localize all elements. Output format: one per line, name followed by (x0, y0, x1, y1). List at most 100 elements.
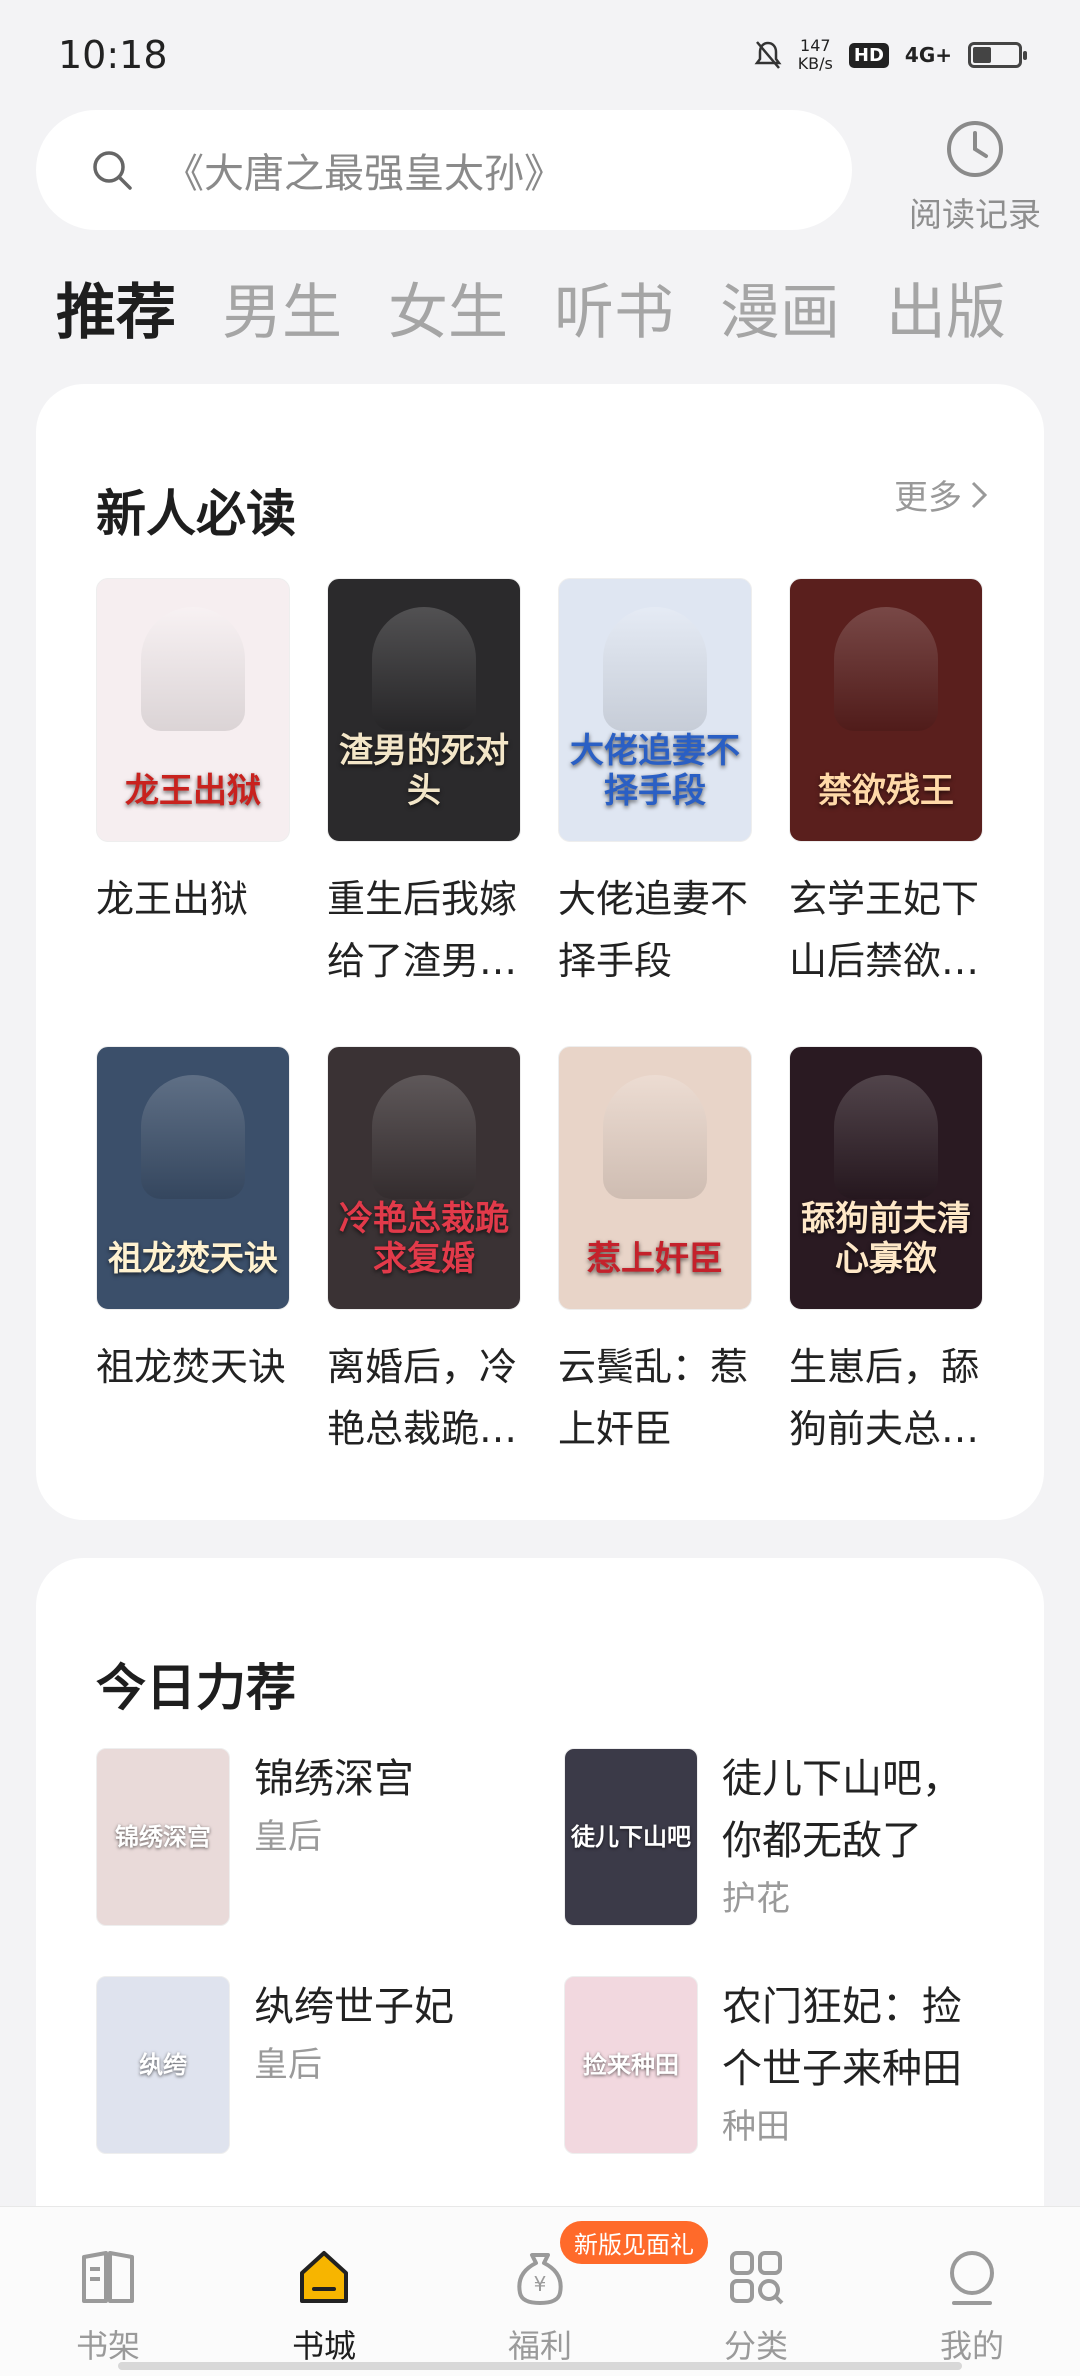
book-tag: 皇后 (254, 2045, 322, 2085)
book-title[interactable]: 龙王出狱 (96, 868, 290, 930)
nav-label: 福利 (507, 2327, 572, 2365)
book-item[interactable]: 龙王出狱 龙王出狱 (96, 578, 290, 992)
cover-figure (603, 1075, 707, 1199)
book-cover[interactable]: 纨绔 (96, 1976, 230, 2154)
book-title[interactable]: 玄学王妃下山后禁欲残王宠上瘾 (789, 868, 983, 992)
book-info: 纨绔世子妃 皇后 (254, 1976, 514, 2154)
cover-title: 徒儿下山吧 (571, 1823, 691, 1851)
book-item[interactable]: 渣男的死对头重生后我嫁给了渣男的死对头 (327, 578, 521, 992)
category-tabs: 推荐 男生 女生 听书 漫画 出版 (56, 268, 1006, 358)
clock-icon (947, 121, 1003, 177)
search-placeholder: 《大唐之最强皇太孙》 (164, 151, 564, 197)
book-cover[interactable]: 禁欲残王 (789, 578, 983, 842)
tab-comics[interactable]: 漫画 (720, 268, 840, 358)
tab-recommend[interactable]: 推荐 (56, 268, 176, 358)
nav-label: 分类 (723, 2327, 788, 2365)
book-grid: 龙王出狱龙王出狱渣男的死对头重生后我嫁给了渣男的死对头大佬追妻不择手段大佬追妻不… (96, 578, 992, 1460)
book-info: 锦绣深宫 皇后 (254, 1748, 514, 1926)
book-cover[interactable]: 徒儿下山吧 (564, 1748, 698, 1926)
list-item[interactable]: 捡来种田 农门狂妃：捡个世子来种田 种田 (564, 1976, 996, 2154)
svg-text:¥: ¥ (534, 2272, 547, 2296)
book-item[interactable]: 惹上奸臣云鬓乱：惹上奸臣 (558, 1046, 752, 1460)
home-indicator (118, 2362, 962, 2370)
battery-icon (968, 42, 1027, 68)
book-title[interactable]: 祖龙焚天诀 (96, 1336, 290, 1398)
more-button[interactable]: 更多 (894, 470, 988, 519)
cover-figure (141, 1075, 245, 1199)
list-item[interactable]: 锦绣深宫 锦绣深宫 皇后 (96, 1748, 564, 1926)
today-recommend-section: 今日力荐 锦绣深宫 锦绣深宫 皇后 徒儿下山吧 徒儿下山吧，你都无敌了 护花 纨绔 纨绔世子妃… (36, 1558, 1044, 2258)
book-item[interactable]: 冷艳总裁跪求复婚离婚后，冷艳总裁跪求复婚 (327, 1046, 521, 1460)
nav-label: 书城 (291, 2327, 356, 2365)
book-title[interactable]: 重生后我嫁给了渣男的死对头 (327, 868, 521, 992)
nav-bookstore[interactable]: 书城 (244, 2245, 404, 2367)
book-cover[interactable]: 冷艳总裁跪求复婚 (327, 1046, 521, 1310)
more-label: 更多 (894, 478, 962, 518)
hd-badge: HD (848, 42, 889, 68)
book-cover[interactable]: 捡来种田 (564, 1976, 698, 2154)
section-title: 新人必读 (96, 485, 296, 543)
reading-history-button[interactable]: 阅读记录 (890, 118, 1060, 236)
cover-figure (834, 607, 938, 731)
book-cover[interactable]: 祖龙焚天诀 (96, 1046, 290, 1310)
book-title[interactable]: 生崽后，舔狗前夫总说他清心寡欲 (789, 1336, 983, 1460)
nav-welfare[interactable]: ¥ 福利 新版见面礼 (460, 2221, 708, 2367)
tab-audiobook[interactable]: 听书 (554, 268, 674, 358)
nav-mine[interactable]: 我的 (892, 2245, 1052, 2367)
book-cover[interactable]: 惹上奸臣 (558, 1046, 752, 1310)
cover-figure (603, 607, 707, 731)
money-bag-icon: ¥ (508, 2245, 572, 2313)
cover-title: 纨绔 (139, 2051, 187, 2079)
net-speed-unit: KB/s (797, 54, 833, 73)
status-time: 10:18 (58, 33, 168, 77)
cover-title: 祖龙焚天诀 (108, 1239, 278, 1279)
book-info: 农门狂妃：捡个世子来种田 种田 (722, 1976, 982, 2154)
category-icon (724, 2245, 788, 2313)
book-title[interactable]: 锦绣深宫 (254, 1748, 514, 1810)
book-cover[interactable]: 大佬追妻不择手段 (558, 578, 752, 842)
book-cover[interactable]: 渣男的死对头 (327, 578, 521, 842)
book-title[interactable]: 纨绔世子妃 (254, 1976, 514, 2038)
cover-figure (141, 607, 245, 731)
book-item[interactable]: 大佬追妻不择手段 大佬追妻不择手段 (558, 578, 752, 992)
book-title[interactable]: 大佬追妻不择手段 (558, 868, 752, 992)
cover-title: 冷艳总裁跪求复婚 (339, 1199, 509, 1279)
cover-title: 惹上奸臣 (587, 1239, 723, 1279)
signal-label: 4G+ (904, 43, 952, 67)
reading-history-label: 阅读记录 (909, 195, 1041, 234)
book-item[interactable]: 禁欲残王玄学王妃下山后禁欲残王宠上瘾 (789, 578, 983, 992)
tab-male[interactable]: 男生 (222, 268, 342, 358)
status-icons: 147 KB/s HD 4G+ (754, 37, 1027, 73)
nav-bookshelf[interactable]: 书架 (28, 2245, 188, 2367)
net-speed: 147 KB/s (798, 37, 833, 73)
cover-title: 渣男的死对头 (339, 731, 509, 811)
nav-label: 我的 (939, 2327, 1004, 2365)
book-cover[interactable]: 舔狗前夫清心寡欲 (789, 1046, 983, 1310)
cover-title: 禁欲残王 (818, 771, 954, 811)
tab-female[interactable]: 女生 (388, 268, 508, 358)
book-title[interactable]: 离婚后，冷艳总裁跪求复婚 (327, 1336, 521, 1460)
search-icon (93, 151, 132, 190)
book-title[interactable]: 农门狂妃：捡个世子来种田 (722, 1976, 982, 2100)
tab-published[interactable]: 出版 (886, 268, 1006, 358)
cover-figure (372, 607, 476, 731)
battery-level (973, 47, 992, 63)
list-item[interactable]: 纨绔 纨绔世子妃皇后 (96, 1976, 564, 2154)
cover-title: 捡来种田 (583, 2051, 679, 2079)
cover-figure (834, 1075, 938, 1199)
book-title[interactable]: 云鬓乱：惹上奸臣 (558, 1336, 752, 1460)
book-cover[interactable]: 龙王出狱 (96, 578, 290, 842)
book-item[interactable]: 祖龙焚天诀 祖龙焚天诀 (96, 1046, 290, 1460)
net-speed-value: 147 (800, 36, 831, 55)
book-cover[interactable]: 锦绣深宫 (96, 1748, 230, 1926)
book-info: 徒儿下山吧，你都无敌了 护花 (722, 1748, 982, 1926)
book-item[interactable]: 舔狗前夫清心寡欲生崽后，舔狗前夫总说他清心寡欲 (789, 1046, 983, 1460)
cover-figure (372, 1075, 476, 1199)
cover-title: 大佬追妻不择手段 (570, 731, 740, 811)
book-tag: 皇后 (254, 1817, 322, 1857)
search-bar[interactable]: 《大唐之最强皇太孙》 (36, 110, 852, 230)
book-title[interactable]: 徒儿下山吧，你都无敌了 (722, 1748, 982, 1872)
list-item[interactable]: 徒儿下山吧 徒儿下山吧，你都无敌了 护花 (564, 1748, 996, 1926)
cover-title: 锦绣深宫 (115, 1823, 211, 1851)
nav-category[interactable]: 分类 (676, 2245, 836, 2367)
